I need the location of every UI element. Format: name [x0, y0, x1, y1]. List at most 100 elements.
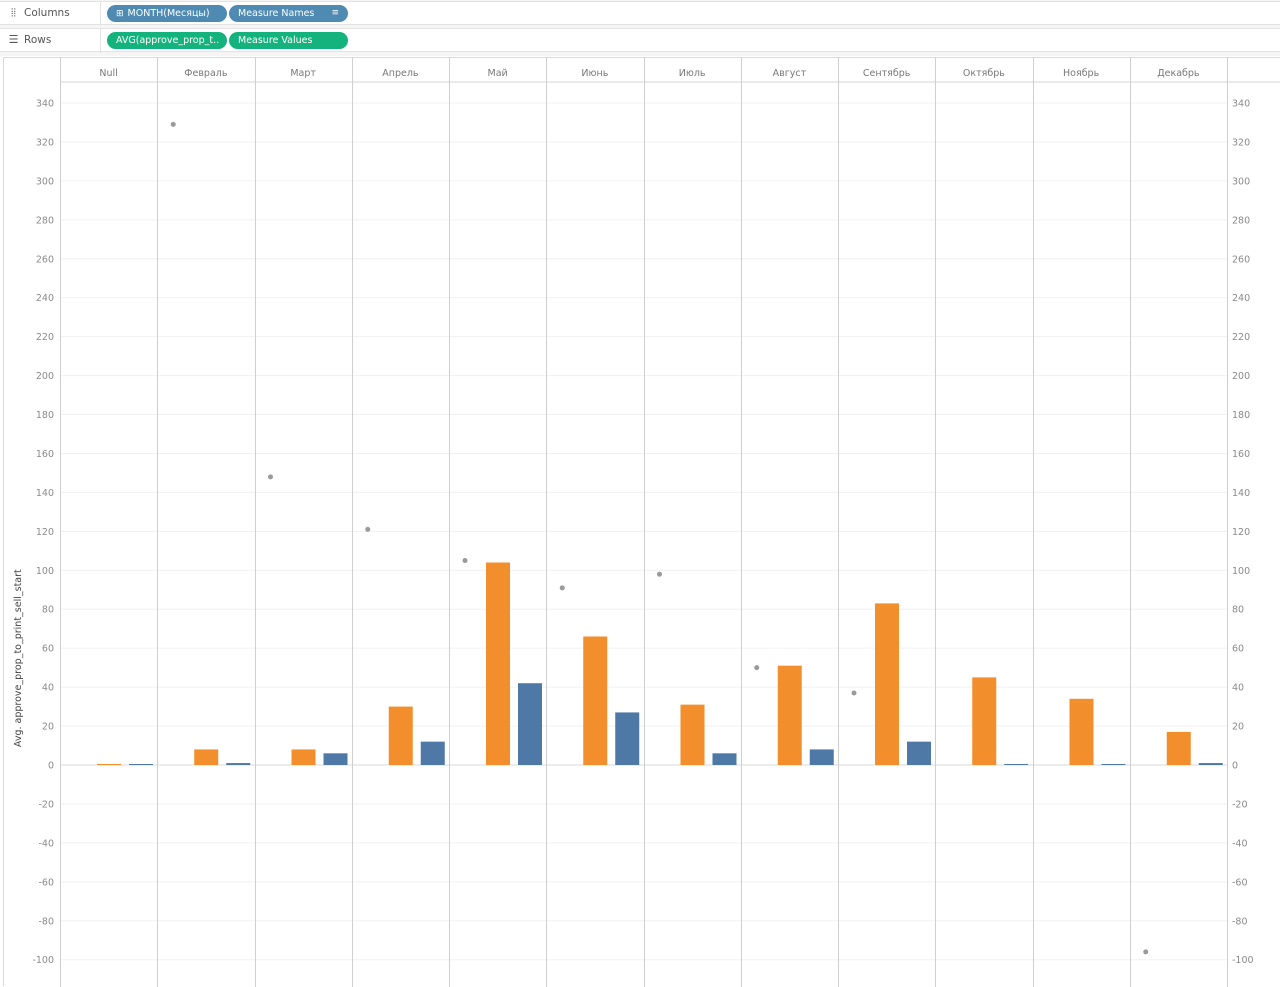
bar-blue — [323, 753, 348, 765]
right-axis-tick-label: -40 — [1232, 838, 1248, 849]
month-header: Ноябрь — [1063, 68, 1100, 79]
sort-icon[interactable]: ≡ — [331, 5, 339, 22]
shelves-area: ⦙⦙ Columns ⊞ MONTH(Месяцы) Measure Names … — [0, 0, 1280, 56]
month-pill-label: MONTH(Месяцы) — [127, 8, 210, 19]
left-axis-tick-label: 320 — [36, 137, 54, 148]
scatter-point — [559, 585, 565, 591]
bar-orange — [194, 749, 219, 765]
left-axis-tick-label: -20 — [38, 799, 54, 810]
month-header: Октябрь — [963, 68, 1005, 79]
bar-blue — [809, 749, 834, 765]
left-axis-tick-label: 220 — [36, 332, 54, 343]
right-axis-tick-label: 280 — [1232, 215, 1250, 226]
right-axis-tick-label: 40 — [1232, 683, 1244, 694]
right-axis-tick-label: 0 — [1232, 761, 1238, 772]
month-header: Апрель — [382, 68, 419, 79]
right-axis-tick-label: 100 — [1232, 566, 1250, 577]
columns-shelf-label: ⦙⦙ Columns — [8, 6, 70, 20]
left-axis-tick-label: 80 — [42, 605, 54, 616]
scatter-point — [462, 558, 468, 564]
measure-names-pill[interactable]: Measure Names ≡ — [229, 5, 348, 22]
bar-orange — [388, 706, 413, 765]
measure-values-pill-label: Measure Values — [238, 35, 313, 46]
right-axis-tick-label: 60 — [1232, 644, 1244, 655]
left-axis-tick-label: 280 — [36, 215, 54, 226]
month-header: Март — [290, 68, 316, 79]
chart-view[interactable]: Null Февраль Март Апрель Май Июнь Июль Август Се… — [3, 57, 1280, 987]
scatter-point — [851, 690, 857, 696]
bar-orange — [777, 665, 802, 765]
right-axis-tick-label: 120 — [1232, 527, 1250, 538]
scatter-point — [365, 526, 371, 532]
shelf-divider — [100, 2, 101, 26]
right-axis-tick-label: 300 — [1232, 176, 1250, 187]
left-axis-tick-label: 240 — [36, 293, 54, 304]
left-axis-tick-label: 40 — [42, 683, 54, 694]
month-header: Февраль — [184, 68, 228, 79]
month-header: Май — [488, 68, 508, 79]
month-header: Август — [773, 68, 807, 79]
right-axis-tick-label: 340 — [1232, 99, 1250, 110]
scatter-point — [1143, 949, 1149, 955]
shelf-divider — [100, 29, 101, 53]
bar-blue — [226, 763, 251, 765]
right-axis-tick-label: 20 — [1232, 722, 1244, 733]
month-header: Сентябрь — [863, 68, 911, 79]
month-header: Июнь — [581, 68, 608, 79]
rows-shelf[interactable]: ☰ Rows AVG(approve_prop_t.. Measure Valu… — [0, 28, 1280, 53]
left-axis-tick-label: 300 — [36, 176, 54, 187]
columns-label-text: Columns — [24, 7, 70, 19]
bar-orange — [291, 749, 316, 765]
bar-blue — [1198, 763, 1223, 765]
scatter-point — [754, 665, 760, 671]
right-axis-tick-label: -100 — [1232, 955, 1254, 966]
bar-blue — [129, 764, 153, 765]
avg-approve-pill[interactable]: AVG(approve_prop_t.. — [107, 32, 227, 49]
right-axis-tick-label: -60 — [1232, 877, 1248, 888]
left-axis-tick-label: 200 — [36, 371, 54, 382]
measure-names-pill-label: Measure Names — [238, 8, 315, 19]
bar-orange — [875, 603, 899, 765]
left-axis-tick-label: 20 — [42, 722, 54, 733]
bar-orange — [486, 562, 510, 765]
bar-blue — [1101, 764, 1126, 765]
rows-label-text: Rows — [24, 33, 52, 46]
bar-orange — [972, 677, 997, 765]
left-axis-tick-label: 60 — [42, 644, 54, 655]
avg-approve-pill-label: AVG(approve_prop_t.. — [116, 35, 220, 46]
bar-blue — [518, 683, 542, 765]
left-axis-tick-label: 0 — [48, 761, 54, 772]
left-axis-tick-label: 140 — [36, 488, 54, 499]
month-header: Декабрь — [1157, 68, 1200, 79]
month-pill[interactable]: ⊞ MONTH(Месяцы) — [107, 5, 227, 22]
bar-orange — [583, 636, 608, 765]
measure-values-pill[interactable]: Measure Values — [229, 32, 348, 49]
left-axis-tick-label: -100 — [32, 955, 54, 966]
columns-icon: ⦙⦙ — [11, 6, 16, 19]
right-axis-tick-label: 80 — [1232, 605, 1244, 616]
right-axis-tick-label: -80 — [1232, 916, 1248, 927]
left-axis-tick-label: -80 — [38, 916, 54, 927]
right-axis-tick-label: 140 — [1232, 488, 1250, 499]
month-header: Null — [99, 68, 117, 79]
right-axis-tick-label: 200 — [1232, 371, 1250, 382]
bar-blue — [907, 741, 931, 765]
bar-orange — [1166, 731, 1191, 765]
right-axis-tick-label: 160 — [1232, 449, 1250, 460]
bar-orange — [1069, 698, 1094, 765]
bar-orange — [97, 764, 121, 765]
right-axis-tick-label: 320 — [1232, 137, 1250, 148]
scatter-point — [657, 571, 662, 577]
expand-plus-icon[interactable]: ⊞ — [116, 6, 124, 22]
columns-shelf[interactable]: ⦙⦙ Columns ⊞ MONTH(Месяцы) Measure Names … — [0, 1, 1280, 26]
chart-canvas[interactable]: Null Февраль Март Апрель Май Июнь Июль Август Се… — [4, 58, 1280, 987]
left-axis-tick-label: 180 — [36, 410, 54, 421]
right-axis-tick-label: 220 — [1232, 332, 1250, 343]
left-axis-tick-label: 340 — [36, 99, 54, 110]
right-axis-tick-label: -20 — [1232, 799, 1248, 810]
left-axis-tick-label: 160 — [36, 449, 54, 460]
left-axis-tick-label: 260 — [36, 254, 54, 265]
right-axis-tick-label: 260 — [1232, 254, 1250, 265]
scatter-point — [170, 121, 176, 127]
left-axis-tick-label: -40 — [38, 838, 54, 849]
